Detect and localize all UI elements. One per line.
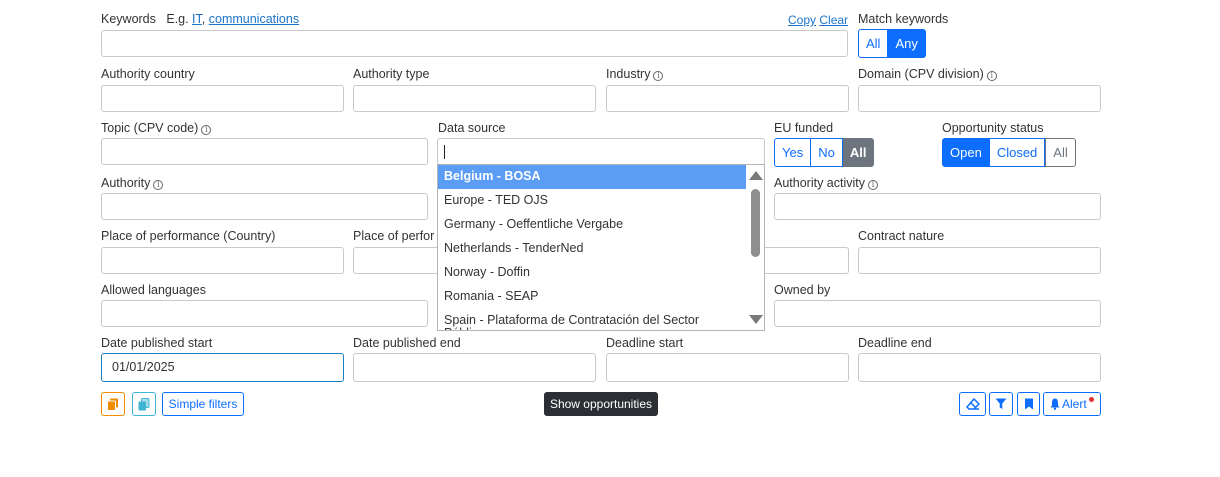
date-published-start-label: Date published start: [101, 336, 213, 350]
bookmark-icon: [1024, 398, 1033, 410]
clear-link[interactable]: Clear: [819, 13, 848, 27]
eu-funded-toggle: Yes No All: [774, 138, 875, 167]
authority-type-label: Authority type: [353, 67, 430, 81]
place-country-input[interactable]: [101, 247, 344, 274]
eraser-icon: [965, 398, 980, 410]
alert-label: Alert: [1062, 397, 1087, 411]
industry-input[interactable]: [606, 85, 849, 112]
copy-filters-button[interactable]: [101, 392, 125, 416]
contract-nature-input[interactable]: [858, 247, 1101, 274]
deadline-end-input[interactable]: [858, 353, 1101, 382]
data-source-input[interactable]: [437, 138, 765, 165]
option-netherlands[interactable]: Netherlands - TenderNed: [438, 237, 764, 261]
option-norway[interactable]: Norway - Doffin: [438, 261, 764, 285]
option-europe-ted[interactable]: Europe - TED OJS: [438, 189, 764, 213]
keywords-input[interactable]: [101, 30, 848, 57]
scrollbar-thumb[interactable]: [751, 189, 760, 257]
alert-dot: [1089, 397, 1094, 402]
eu-funded-label: EU funded: [774, 121, 834, 135]
date-published-end-label: Date published end: [353, 336, 461, 350]
info-icon[interactable]: i: [201, 125, 212, 135]
allowed-languages-label: Allowed languages: [101, 283, 206, 297]
eu-funded-yes-button[interactable]: Yes: [774, 138, 812, 167]
allowed-languages-input[interactable]: [101, 300, 428, 327]
authority-input[interactable]: [101, 193, 428, 220]
alert-button[interactable]: Alert: [1043, 392, 1101, 416]
place-country-label: Place of performance (Country): [101, 229, 276, 243]
copy-link[interactable]: Copy: [788, 13, 816, 27]
date-published-start-input[interactable]: 01/01/2025: [101, 353, 344, 382]
data-source-label: Data source: [438, 121, 506, 135]
match-any-button[interactable]: Any: [888, 29, 926, 58]
info-icon[interactable]: i: [986, 71, 997, 81]
bookmark-button[interactable]: [1017, 392, 1040, 416]
info-icon[interactable]: i: [868, 180, 879, 190]
keywords-label: Keywords E.g. IT, communications: [101, 12, 300, 26]
copy-icon: [107, 398, 118, 411]
authority-type-input[interactable]: [353, 85, 596, 112]
simple-filters-button[interactable]: Simple filters: [162, 392, 244, 416]
owned-by-input[interactable]: [774, 300, 1101, 327]
contract-nature-label: Contract nature: [858, 229, 945, 243]
filter-icon: [995, 398, 1007, 409]
status-open-button[interactable]: Open: [942, 138, 990, 167]
example-it-link[interactable]: IT: [192, 12, 202, 26]
owned-by-label: Owned by: [774, 283, 831, 297]
topic-label: Topic (CPV code) i: [101, 121, 212, 135]
eu-funded-no-button[interactable]: No: [811, 138, 843, 167]
option-belgium-bosa[interactable]: Belgium - BOSA: [438, 165, 764, 189]
scroll-down-icon[interactable]: [749, 315, 763, 324]
opportunity-status-toggle: Open Closed All: [942, 138, 1076, 167]
keywords-actions: Copy Clear: [788, 13, 848, 27]
dropdown-scrollbar[interactable]: [746, 165, 764, 330]
info-icon[interactable]: i: [153, 180, 164, 190]
bell-icon: [1050, 398, 1060, 410]
authority-country-input[interactable]: [101, 85, 344, 112]
eu-funded-all-button[interactable]: All: [842, 138, 875, 167]
info-icon[interactable]: i: [653, 71, 664, 81]
match-keywords-toggle: All Any: [858, 29, 926, 58]
deadline-end-label: Deadline end: [858, 336, 932, 350]
place-other-label: Place of perfor: [353, 229, 435, 243]
data-source-dropdown[interactable]: Belgium - BOSA Europe - TED OJS Germany …: [437, 164, 765, 331]
duplicate-button[interactable]: [132, 392, 156, 416]
domain-input[interactable]: [858, 85, 1101, 112]
authority-activity-label: Authority activity i: [774, 176, 879, 190]
date-published-end-input[interactable]: [353, 353, 596, 382]
domain-label: Domain (CPV division) i: [858, 67, 997, 81]
option-spain[interactable]: Spain - Plataforma de Contratación del S…: [438, 309, 728, 331]
keywords-example-prefix: E.g.: [166, 12, 189, 26]
status-closed-button[interactable]: Closed: [989, 138, 1046, 167]
scroll-up-icon[interactable]: [749, 171, 763, 180]
match-keywords-label: Match keywords: [858, 12, 949, 26]
reset-filters-button[interactable]: [959, 392, 986, 416]
industry-label: Industry i: [606, 67, 664, 81]
topic-input[interactable]: [101, 138, 428, 165]
option-germany[interactable]: Germany - Oeffentliche Vergabe: [438, 213, 764, 237]
files-icon: [138, 397, 150, 410]
show-opportunities-tooltip: Show opportunities: [544, 392, 658, 416]
authority-activity-input[interactable]: [774, 193, 1101, 220]
option-romania[interactable]: Romania - SEAP: [438, 285, 764, 309]
filter-button[interactable]: [989, 392, 1013, 416]
opportunity-status-label: Opportunity status: [942, 121, 1044, 135]
deadline-start-label: Deadline start: [606, 336, 684, 350]
match-all-button[interactable]: All: [858, 29, 889, 58]
status-all-button[interactable]: All: [1045, 138, 1076, 167]
example-communications-link[interactable]: communications: [209, 12, 299, 26]
authority-label: Authority i: [101, 176, 164, 190]
text-cursor: [444, 144, 445, 159]
authority-country-label: Authority country: [101, 67, 195, 81]
deadline-start-input[interactable]: [606, 353, 849, 382]
